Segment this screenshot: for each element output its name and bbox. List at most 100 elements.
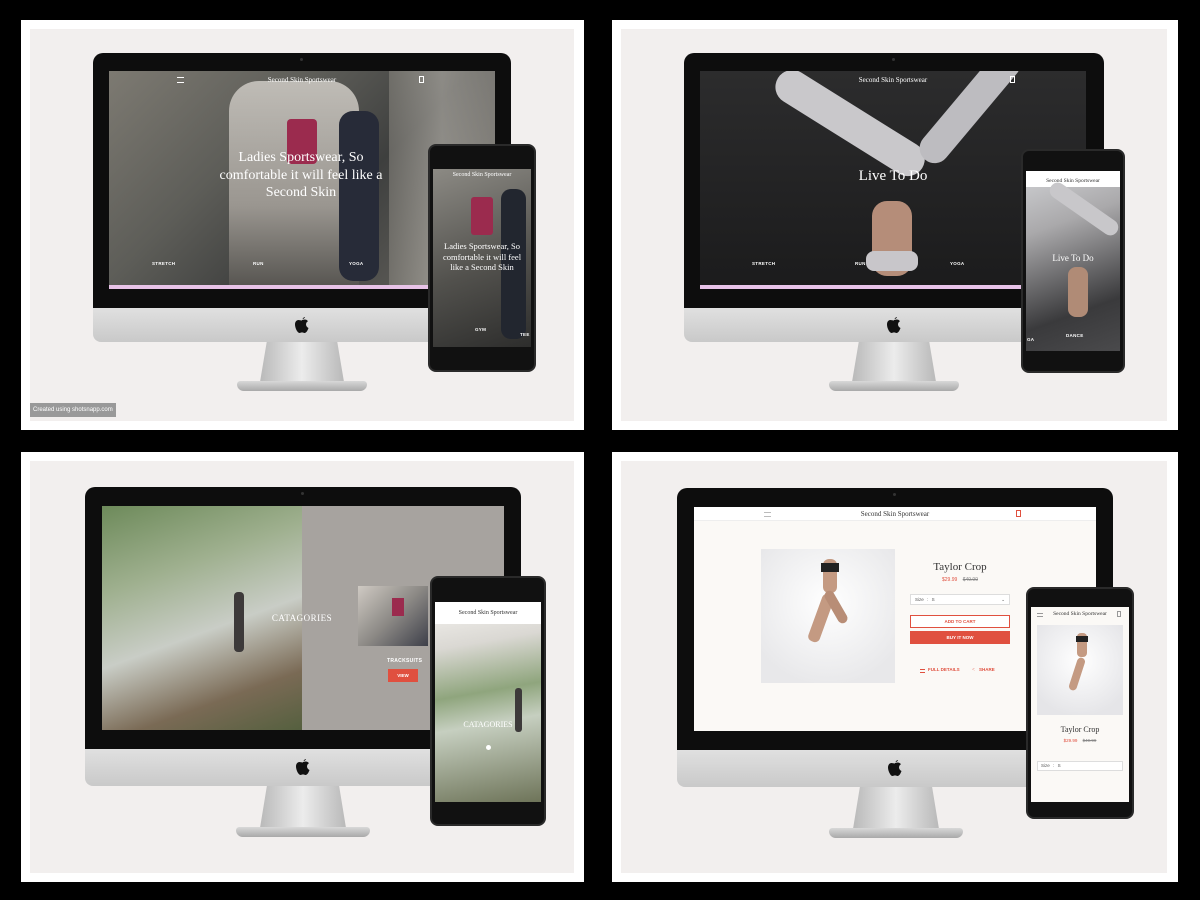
phone-photo-leg — [1046, 179, 1120, 239]
phone-site-title[interactable]: Second Skin Sportswear — [432, 610, 544, 616]
nav-yoga[interactable]: YOGA — [950, 261, 964, 266]
phone-model-crop — [1076, 636, 1088, 642]
imac-stand — [852, 342, 936, 382]
phone-model-leg — [1067, 656, 1087, 692]
imac-stand — [260, 342, 344, 382]
phone-product-price: $29.99 — [1063, 738, 1078, 743]
site-title[interactable]: Second Skin Sportswear — [694, 510, 1096, 518]
phone-price-row: $29.99 $49.99 — [1031, 738, 1129, 743]
apple-logo-icon — [887, 317, 901, 333]
imac-foot — [236, 827, 370, 837]
apple-logo-icon — [296, 759, 310, 775]
product-price-row: $29.99 $49.99 — [910, 577, 1010, 583]
phone-nav-tee[interactable]: TEE — [520, 332, 530, 337]
imac-foot — [237, 381, 367, 391]
phone-screen: CATAGORIES — [435, 602, 541, 802]
hero-headline: Ladies Sportswear, So comfortable it wil… — [219, 150, 383, 200]
phone-cart-icon[interactable] — [1117, 611, 1121, 617]
imac-camera — [300, 58, 303, 61]
phone-device: Live To Do GA DANCE Second Skin Sportswe… — [1021, 149, 1125, 373]
phone-nav-dance[interactable]: DANCE — [1066, 333, 1084, 338]
phone-product-old-price: $49.99 — [1082, 738, 1097, 743]
phone-categories-heading: CATAGORIES — [463, 720, 513, 729]
imac-foot — [829, 381, 959, 391]
phone-screen: Second Skin Sportswear Taylor Crop $29.9… — [1031, 607, 1129, 802]
menu-icon[interactable] — [177, 77, 184, 83]
category-thumbnail[interactable] — [358, 586, 428, 646]
hero-photo-leg-right — [913, 71, 1027, 170]
list-icon — [920, 669, 925, 673]
imac-stand — [260, 786, 346, 828]
mockup-background: Second Skin Sportswear Taylor Crop $29.9… — [621, 461, 1167, 873]
mockup-panel-4: Second Skin Sportswear Taylor Crop $29.9… — [612, 452, 1178, 882]
phone-size-value: S — [1057, 763, 1061, 768]
imac-camera — [892, 58, 895, 61]
phone-screen: Live To Do GA DANCE — [1026, 171, 1120, 351]
site-title[interactable]: Second Skin Sportswear — [700, 76, 1086, 84]
categories-heading: CATAGORIES — [271, 613, 333, 623]
nav-stretch[interactable]: STRETCH — [152, 261, 175, 266]
nav-run[interactable]: RUN — [253, 261, 264, 266]
cart-icon[interactable] — [1010, 76, 1015, 83]
apple-logo-icon — [888, 760, 902, 776]
hero-photo-shorts — [866, 251, 918, 271]
apple-logo-icon — [295, 317, 309, 333]
hero-photo-leg-upper — [768, 71, 932, 183]
nav-yoga[interactable]: YOGA — [349, 261, 363, 266]
size-label: Size — [915, 597, 924, 602]
share-icon: < — [972, 668, 975, 673]
mockup-panel-1: Second Skin Sportswear Ladies Sportswear… — [21, 20, 584, 430]
phone-hero-headline: Live To Do — [1052, 253, 1094, 263]
imac-camera — [301, 492, 304, 495]
phone-site-title[interactable]: Second Skin Sportswear — [430, 172, 534, 178]
phone-device: Ladies Sportswear, So comfortable it wil… — [428, 144, 536, 372]
chevron-down-icon: ⌄ — [1001, 597, 1005, 602]
product-title: Taylor Crop — [933, 561, 987, 573]
mockup-panel-3: CATAGORIES TRACKSUITS VIEW CATAGORIES Se… — [21, 452, 584, 882]
add-to-cart-button[interactable]: ADD TO CART — [910, 615, 1010, 628]
cart-icon[interactable] — [1016, 510, 1021, 517]
mockup-background: Second Skin Sportswear Ladies Sportswear… — [30, 29, 574, 421]
categories-figure — [234, 592, 244, 652]
mockup-panel-2: Second Skin Sportswear Live To Do STRETC… — [612, 20, 1178, 430]
imac-stand — [853, 787, 939, 829]
product-old-price: $49.99 — [962, 577, 978, 583]
share-link[interactable]: SHARE — [979, 667, 995, 672]
imac-foot — [829, 828, 963, 838]
phone-hero-headline: Ladies Sportswear, So comfortable it wil… — [442, 241, 522, 273]
buy-now-button[interactable]: BUY IT NOW — [910, 631, 1010, 644]
full-details-link[interactable]: FULL DETAILS — [928, 667, 960, 672]
watermark: Created using shotsnapp.com — [30, 403, 116, 417]
size-select[interactable]: Size : S ⌄ — [910, 594, 1010, 605]
phone-size-separator: : — [1053, 763, 1055, 768]
phone-photo-torso — [1068, 267, 1088, 317]
phone-size-select[interactable]: Size : S — [1037, 761, 1123, 771]
size-separator: : — [927, 597, 929, 602]
product-price: $29.99 — [942, 577, 958, 583]
phone-device: CATAGORIES Second Skin Sportswear — [430, 576, 546, 826]
phone-menu-icon[interactable] — [1037, 613, 1043, 617]
cart-icon[interactable] — [419, 76, 424, 83]
phone-photo-letter — [471, 197, 493, 235]
phone-site-title[interactable]: Second Skin Sportswear — [1031, 611, 1129, 617]
imac-camera — [893, 493, 896, 496]
hero-headline: Live To Do — [858, 168, 928, 184]
site-title[interactable]: Second Skin Sportswear — [109, 76, 495, 84]
product-image[interactable] — [761, 549, 895, 683]
mockup-background: CATAGORIES TRACKSUITS VIEW CATAGORIES Se… — [30, 461, 574, 873]
phone-carousel-dot[interactable] — [486, 745, 491, 750]
phone-device: Second Skin Sportswear Taylor Crop $29.9… — [1026, 587, 1134, 819]
phone-product-image[interactable] — [1037, 625, 1123, 715]
view-button[interactable]: VIEW — [388, 669, 418, 682]
nav-run[interactable]: RUN — [855, 261, 866, 266]
nav-stretch[interactable]: STRETCH — [752, 261, 775, 266]
phone-size-label: Size — [1041, 763, 1050, 768]
phone-site-title[interactable]: Second Skin Sportswear — [1023, 178, 1123, 184]
phone-nav-gym[interactable]: GYM — [475, 327, 486, 332]
phone-product-title: Taylor Crop — [1060, 725, 1100, 734]
category-thumb-letter — [392, 598, 404, 616]
phone-screen: Ladies Sportswear, So comfortable it wil… — [433, 169, 531, 347]
phone-nav-ga[interactable]: GA — [1027, 337, 1034, 342]
size-value: S — [931, 597, 935, 602]
mockup-background: Second Skin Sportswear Live To Do STRETC… — [621, 29, 1167, 421]
